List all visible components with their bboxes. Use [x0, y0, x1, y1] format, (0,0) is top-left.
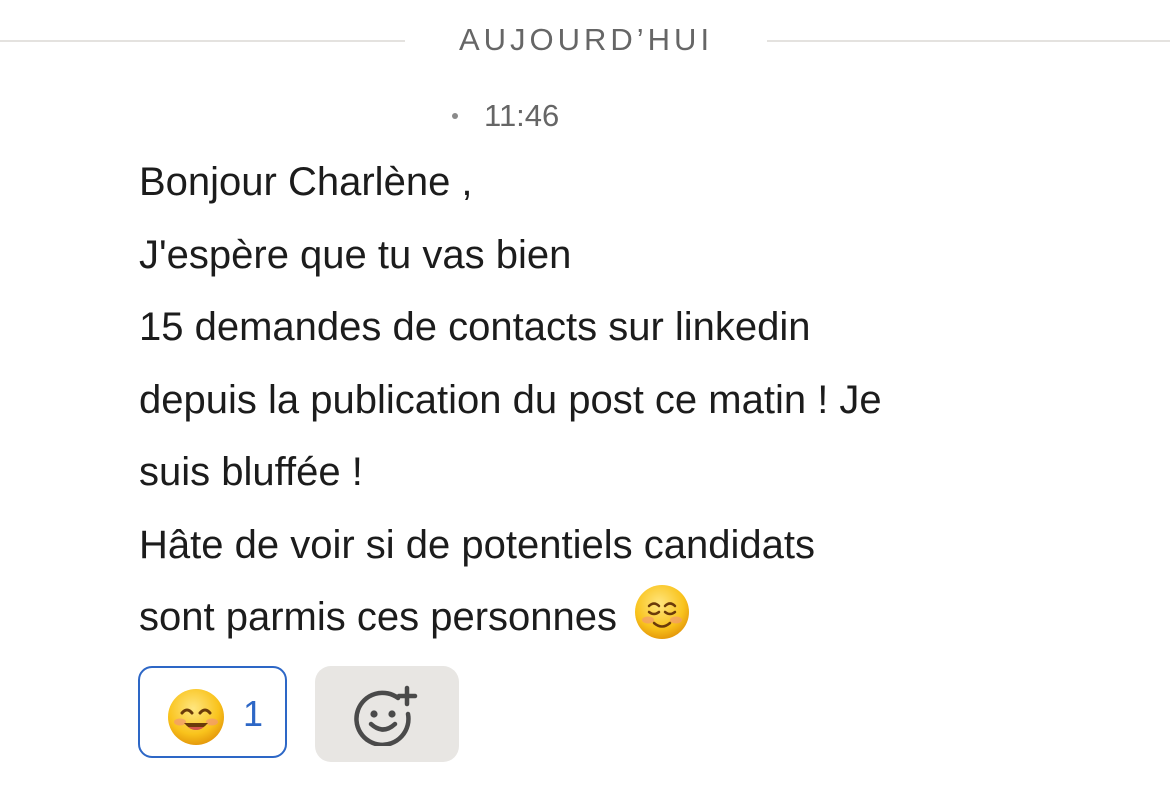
message-line: 15 demandes de contacts sur linkedin	[139, 305, 811, 349]
message-line: Hâte de voir si de potentiels candidats	[139, 522, 815, 567]
add-reaction-icon	[354, 685, 418, 746]
date-divider: AUJOURD’HUI	[0, 18, 1170, 62]
date-divider-label: AUJOURD’HUI	[458, 22, 714, 57]
message-line: depuis la publication du post ce matin !…	[139, 377, 882, 422]
message-line: Bonjour Charlène ,	[139, 160, 473, 204]
add-reaction-button[interactable]	[315, 666, 459, 762]
message-line: suis bluffée !	[139, 450, 363, 494]
message-line-last: sont parmis ces personnes	[139, 581, 1099, 654]
message-body[interactable]: Bonjour Charlène , J'espère que tu vas b…	[139, 146, 1099, 654]
reaction-count: 1	[243, 693, 264, 734]
smiling-face-smiling-eyes-icon	[168, 689, 224, 745]
separator-dot	[452, 112, 458, 119]
message-timestamp: 11:46	[484, 98, 560, 133]
message-line: J'espère que tu vas bien	[139, 232, 572, 277]
message-line: sont parmis ces personnes	[139, 595, 618, 639]
message-meta: 11:46	[452, 95, 559, 137]
divider-line-left	[0, 40, 405, 42]
divider-line-right	[767, 40, 1170, 42]
smiling-face-closed-eyes-icon	[635, 585, 690, 639]
reaction-smile-button[interactable]: 1	[138, 666, 287, 758]
